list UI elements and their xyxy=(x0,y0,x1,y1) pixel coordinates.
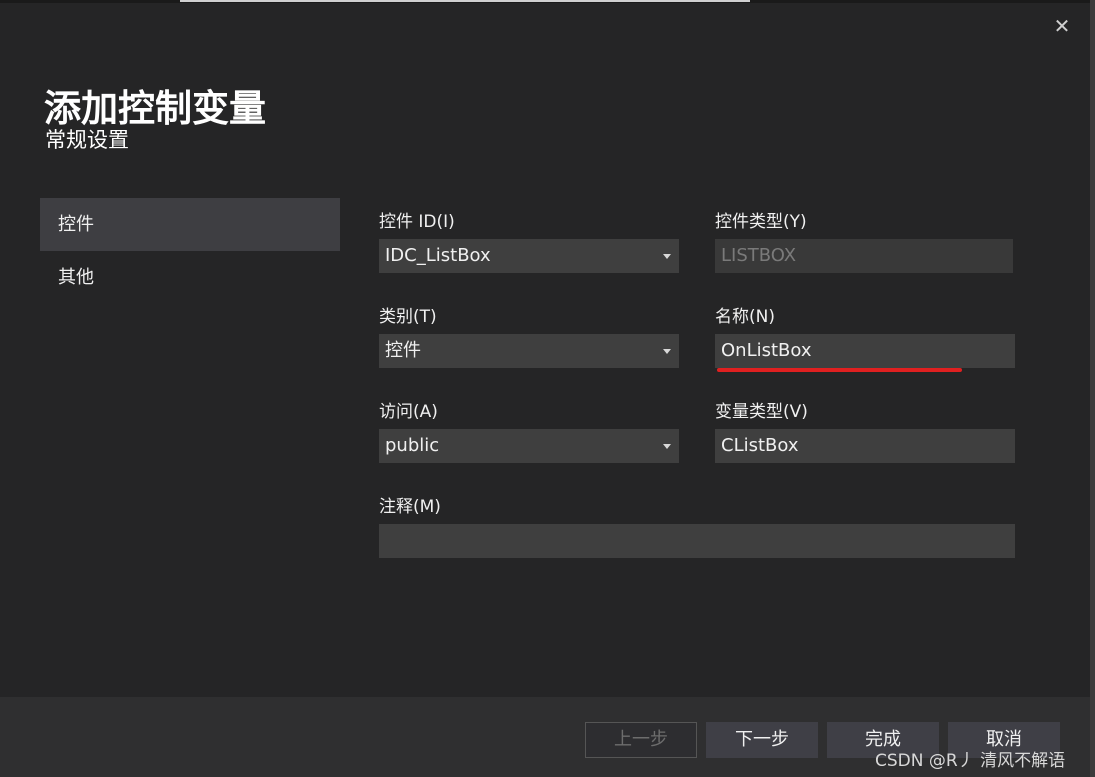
comment-label: 注释(M) xyxy=(379,497,441,517)
close-icon[interactable]: ✕ xyxy=(1048,12,1076,40)
category-label: 类别(T) xyxy=(379,307,437,327)
nav-item-other[interactable]: 其他 xyxy=(40,251,340,304)
name-value: OnListBox xyxy=(721,340,812,361)
control-id-value: IDC_ListBox xyxy=(385,245,491,266)
control-id-label: 控件 ID(I) xyxy=(379,212,455,232)
access-select[interactable]: public xyxy=(379,429,679,463)
dialog-right-edge xyxy=(1090,0,1095,777)
red-annotation-underline xyxy=(717,368,962,372)
control-type-field: LISTBOX xyxy=(715,239,1013,273)
csdn-watermark: CSDN @R丿 清风不解语 xyxy=(875,751,1066,771)
chevron-down-icon xyxy=(663,254,671,259)
access-label: 访问(A) xyxy=(379,402,438,422)
control-id-select[interactable]: IDC_ListBox xyxy=(379,239,679,273)
variable-type-label: 变量类型(V) xyxy=(715,402,808,422)
name-label: 名称(N) xyxy=(715,307,775,327)
nav-item-controls[interactable]: 控件 xyxy=(40,198,340,251)
access-value: public xyxy=(385,435,440,456)
category-value: 控件 xyxy=(385,340,421,361)
variable-type-input[interactable]: CListBox xyxy=(715,429,1015,463)
control-type-value: LISTBOX xyxy=(721,245,797,266)
control-type-label: 控件类型(Y) xyxy=(715,212,807,232)
dialog-subtitle: 常规设置 xyxy=(45,128,129,152)
name-input[interactable]: OnListBox xyxy=(715,334,1015,368)
category-select[interactable]: 控件 xyxy=(379,334,679,368)
chevron-down-icon xyxy=(663,349,671,354)
comment-input[interactable] xyxy=(379,524,1015,558)
next-button[interactable]: 下一步 xyxy=(706,722,818,758)
variable-type-value: CListBox xyxy=(721,435,799,456)
previous-button[interactable]: 上一步 xyxy=(585,722,697,758)
chevron-down-icon xyxy=(663,444,671,449)
background-window-edge xyxy=(180,0,750,2)
